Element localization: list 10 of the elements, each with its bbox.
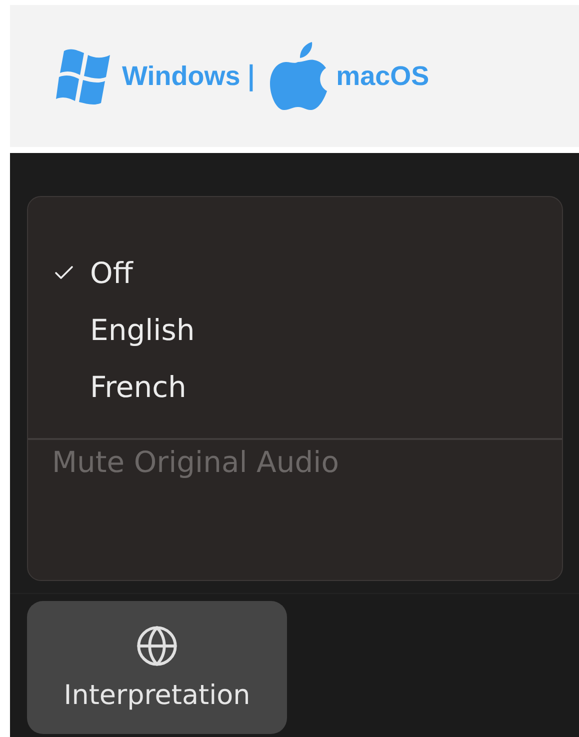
apple-logo-icon — [270, 40, 328, 112]
interpretation-button[interactable]: Interpretation — [27, 601, 287, 734]
platform-label: macOS — [336, 60, 430, 92]
separator: | — [246, 60, 256, 92]
globe-icon — [135, 624, 179, 668]
menu-item-label: French — [90, 370, 186, 404]
menu-item-label: English — [90, 313, 195, 347]
platform-label: Windows — [122, 60, 240, 92]
menu-item-label: Mute Original Audio — [52, 445, 339, 479]
menu-item-label: Off — [90, 256, 133, 290]
